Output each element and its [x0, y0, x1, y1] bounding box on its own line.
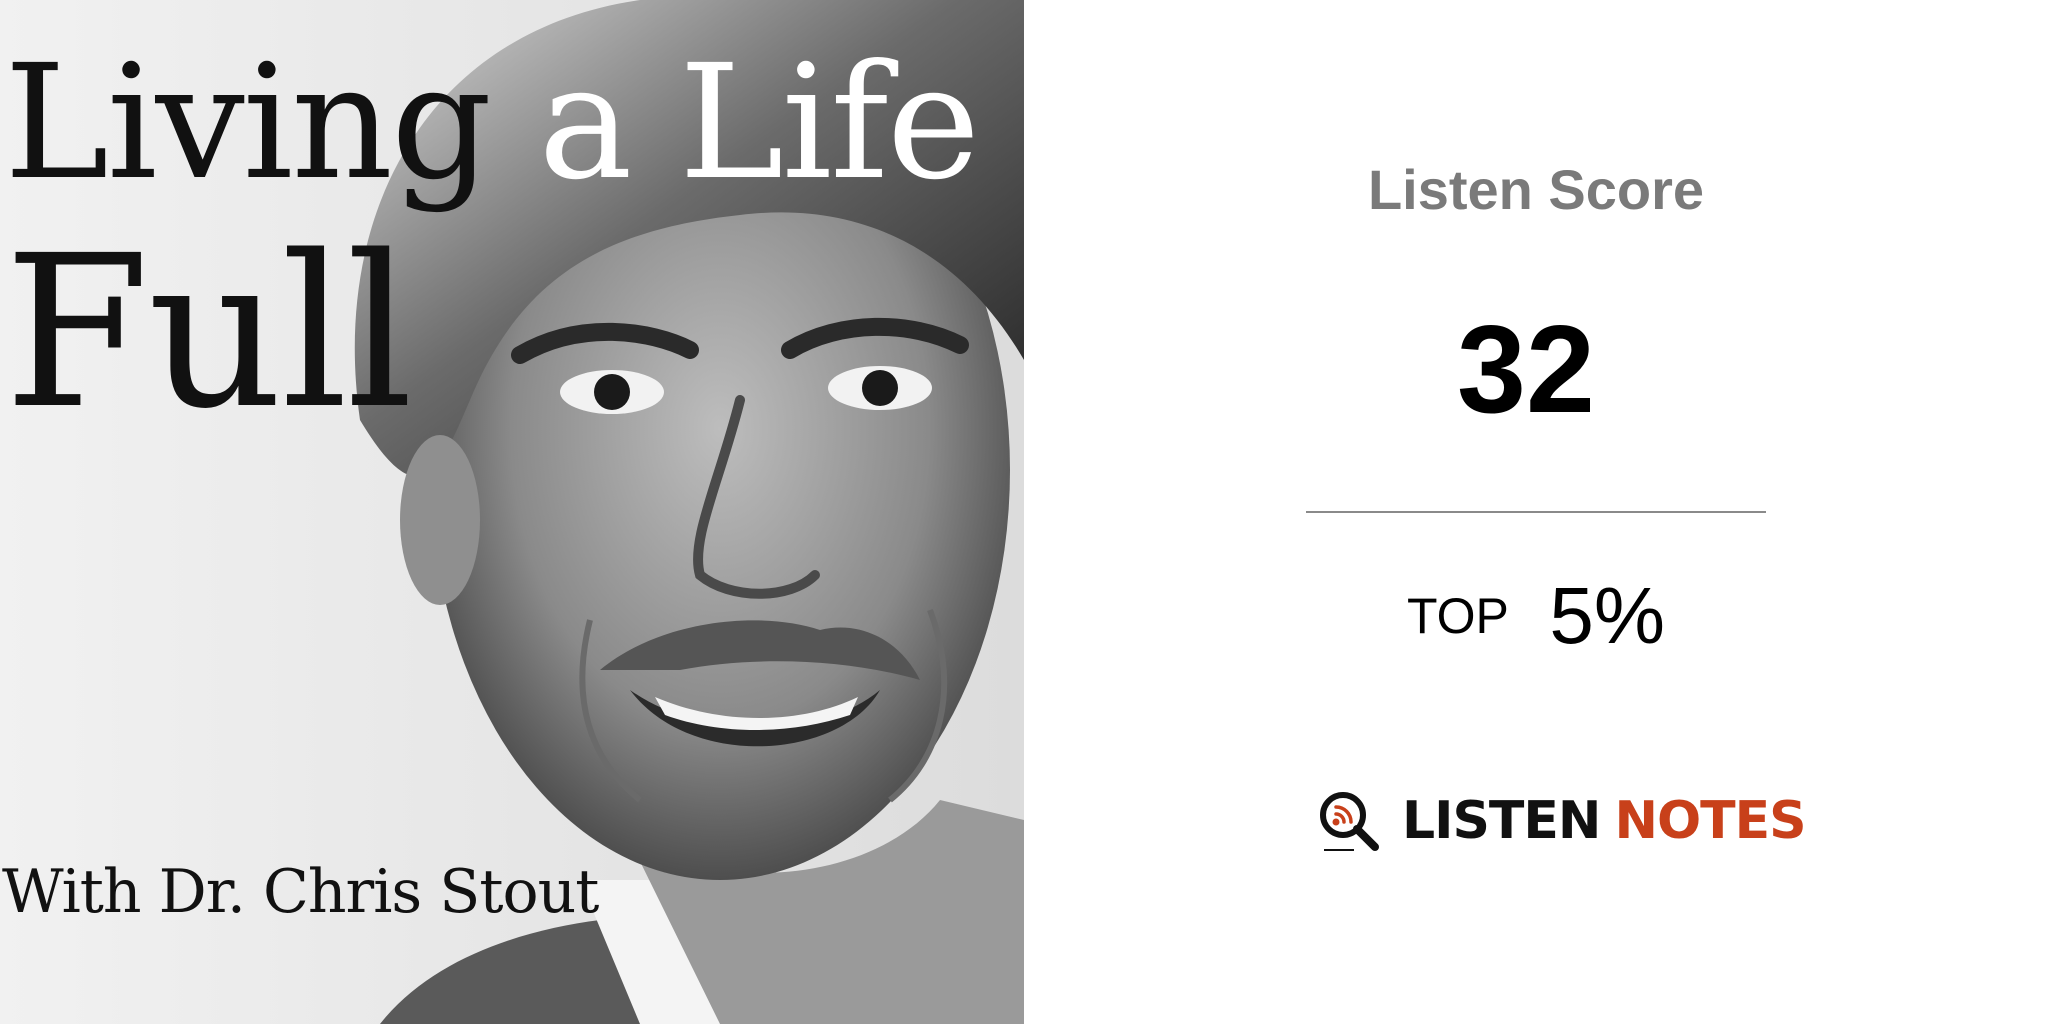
score-divider [1306, 511, 1766, 513]
magnifier-podcast-icon [1320, 792, 1379, 851]
listen-score-card: Living a Life in Full With Dr. Chris Sto… [0, 0, 2048, 1024]
listen-notes-logo: LISTEN NOTES [1318, 786, 1807, 856]
podcast-title-word-1: Living [4, 31, 492, 215]
wordmark-notes: NOTES [1614, 791, 1806, 851]
podcast-title: Living a Life in Full [4, 18, 1024, 438]
percentile-top-label: TOP [1407, 588, 1509, 644]
percentile-top-value: 5% [1549, 571, 1665, 660]
listen-score-panel: Listen Score 32 TOP 5% LISTEN NOTES [1024, 0, 2048, 1024]
podcast-cover-art: Living a Life in Full With Dr. Chris Sto… [0, 0, 1024, 1024]
wordmark-listen: LISTEN [1402, 791, 1601, 851]
podcast-title-line-2: Full [4, 210, 413, 455]
podcast-title-word-2: a Life in [538, 31, 1024, 215]
podcast-host-subtitle: With Dr. Chris Stout [2, 857, 599, 927]
listen-score-label: Listen Score [1367, 158, 1705, 221]
percentile-rank: TOP 5% [1024, 576, 2048, 656]
listen-score-value: 32 [1457, 301, 1595, 439]
listen-notes-wordmark: LISTEN NOTES [1402, 789, 1807, 853]
